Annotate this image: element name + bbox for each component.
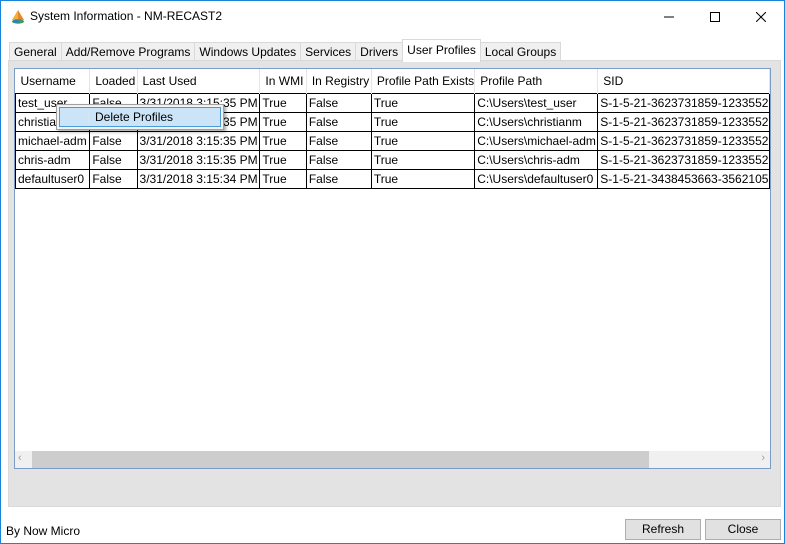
cell-in-registry: False (305, 112, 372, 132)
tab-windows-updates[interactable]: Windows Updates (194, 42, 302, 62)
close-button[interactable]: Close (705, 519, 781, 540)
menu-item-label: Delete Profiles (95, 110, 174, 124)
title-bar[interactable]: System Information - NM-RECAST2 (1, 1, 784, 33)
cell-profile-path: C:\Users\test_user (474, 93, 599, 113)
cell-profile-path: C:\Users\michael-adm (474, 131, 599, 151)
cell-sid: S-1-5-21-3438453663-3562105 (597, 169, 770, 189)
column-header-last-used[interactable]: Last Used (137, 69, 261, 94)
cell-loaded: False (89, 150, 138, 170)
cell-in-wmi: True (259, 93, 307, 113)
context-menu: Delete Profiles (56, 104, 224, 130)
cell-sid: S-1-5-21-3623731859-1233552 (597, 93, 770, 113)
close-icon (756, 12, 766, 22)
cell-in-wmi: True (259, 112, 307, 132)
cell-profile-path-exists: True (370, 112, 476, 132)
minimize-icon (664, 16, 674, 18)
column-header-profile-path[interactable]: Profile Path (474, 69, 599, 94)
system-information-window: System Information - NM-RECAST2 General … (0, 0, 785, 544)
credit-label: By Now Micro (6, 524, 81, 538)
column-header-loaded[interactable]: Loaded (89, 69, 138, 94)
cell-in-wmi: True (259, 169, 307, 189)
cell-sid: S-1-5-21-3623731859-1233552 (597, 150, 770, 170)
column-header-in-wmi[interactable]: In WMI (259, 69, 307, 94)
tab-general[interactable]: General (9, 42, 62, 62)
window-title: System Information - NM-RECAST2 (30, 9, 223, 23)
cell-in-wmi: True (259, 131, 307, 151)
table-row[interactable]: chris-adm False 3/31/2018 3:15:35 PM Tru… (15, 150, 770, 170)
column-header-sid[interactable]: SID (597, 69, 770, 94)
cell-profile-path-exists: True (370, 131, 476, 151)
table-row[interactable]: michael-adm False 3/31/2018 3:15:35 PM T… (15, 131, 770, 151)
cell-last-used: 3/31/2018 3:15:34 PM (136, 169, 261, 189)
cell-sid: S-1-5-21-3623731859-1233552 (597, 112, 770, 132)
scroll-left-icon[interactable]: ‹ (18, 452, 22, 464)
cell-sid: S-1-5-21-3623731859-1233552 (597, 131, 770, 151)
cell-profile-path-exists: True (370, 169, 476, 189)
close-window-button[interactable] (738, 1, 784, 33)
cell-last-used: 3/31/2018 3:15:35 PM (136, 131, 261, 151)
cell-username: michael-adm (15, 131, 91, 151)
app-icon (12, 10, 24, 24)
refresh-button[interactable]: Refresh (625, 519, 701, 540)
table-row[interactable]: defaultuser0 False 3/31/2018 3:15:34 PM … (15, 169, 770, 189)
horizontal-scrollbar[interactable]: ‹ › (15, 451, 770, 468)
cell-profile-path: C:\Users\christianm (474, 112, 599, 132)
cell-in-registry: False (305, 131, 372, 151)
minimize-button[interactable] (646, 1, 692, 33)
cell-username: chris-adm (15, 150, 91, 170)
maximize-button[interactable] (692, 1, 738, 33)
cell-loaded: False (89, 131, 138, 151)
tab-strip: General Add/Remove Programs Windows Upda… (9, 39, 562, 62)
tab-user-profiles[interactable]: User Profiles (402, 39, 481, 62)
column-header-username[interactable]: Username (15, 69, 91, 94)
cell-in-registry: False (305, 93, 372, 113)
table-header-row: Username Loaded Last Used In WMI In Regi… (15, 69, 770, 94)
cell-profile-path: C:\Users\defaultuser0 (474, 169, 599, 189)
maximize-icon (710, 12, 720, 22)
tab-services[interactable]: Services (300, 42, 357, 62)
cell-profile-path-exists: True (370, 93, 476, 113)
menu-item-delete-profiles[interactable]: Delete Profiles (59, 107, 221, 127)
cell-profile-path: C:\Users\chris-adm (474, 150, 599, 170)
cell-username: defaultuser0 (15, 169, 91, 189)
scrollbar-thumb[interactable] (32, 451, 649, 468)
cell-profile-path-exists: True (370, 150, 476, 170)
cell-in-wmi: True (259, 150, 307, 170)
tab-add-remove-programs[interactable]: Add/Remove Programs (60, 42, 196, 62)
cell-loaded: False (89, 169, 138, 189)
cell-last-used: 3/31/2018 3:15:35 PM (136, 150, 261, 170)
tab-drivers[interactable]: Drivers (355, 42, 404, 62)
column-header-in-registry[interactable]: In Registry (306, 69, 372, 94)
menu-icon-separator (88, 110, 89, 125)
column-header-profile-path-exists[interactable]: Profile Path Exists (371, 69, 476, 94)
tab-local-groups[interactable]: Local Groups (479, 42, 562, 62)
scroll-right-icon[interactable]: › (761, 452, 765, 464)
cell-in-registry: False (305, 150, 372, 170)
cell-in-registry: False (305, 169, 372, 189)
